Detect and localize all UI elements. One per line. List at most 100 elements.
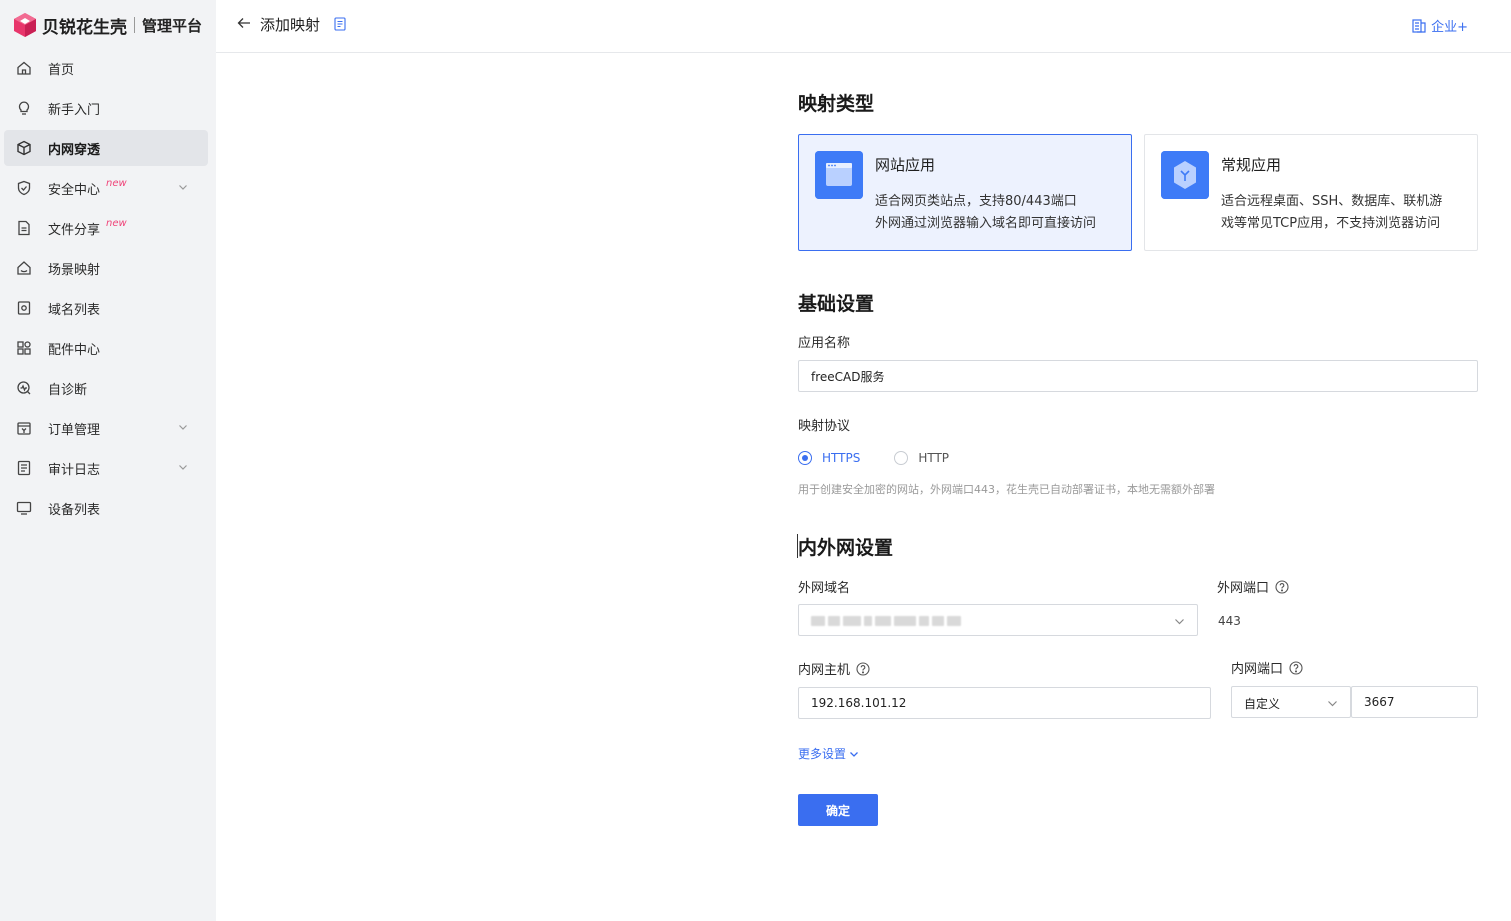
basic-settings-title: 基础设置 (798, 293, 875, 315)
sidebar-item-getting-started[interactable]: 新手入门 (4, 90, 208, 126)
mapping-type-title: 映射类型 (798, 93, 875, 115)
enterprise-plus-label: 企业+ (1431, 20, 1468, 35)
enterprise-plus-link[interactable]: 企业+ (1412, 16, 1468, 35)
redacted-domain-value (811, 616, 961, 626)
sidebar-item-orders[interactable]: 订单管理 (4, 410, 208, 446)
sidebar-item-label: 配件中心 (48, 342, 101, 358)
internal-host-label-text: 内网主机 (798, 663, 851, 678)
protocol-label: 映射协议 (798, 419, 851, 434)
sidebar-item-device-list[interactable]: 设备列表 (4, 490, 208, 526)
app-name-input[interactable] (798, 360, 1478, 392)
new-badge: new (106, 177, 127, 189)
sidebar-item-file-share[interactable]: 文件分享 new (4, 210, 208, 246)
sidebar-item-scene-mapping[interactable]: 场景映射 (4, 250, 208, 286)
file-share-icon (16, 220, 32, 236)
back-arrow-icon[interactable] (236, 15, 252, 31)
sidebar-item-label: 新手入门 (48, 102, 101, 118)
external-domain-select[interactable] (798, 604, 1198, 636)
external-port-label-text: 外网端口 (1217, 581, 1270, 596)
brand-subtitle: 管理平台 (142, 16, 203, 35)
radio-circle (894, 451, 909, 465)
radio-label: HTTP (918, 451, 950, 465)
shield-check-icon (16, 180, 32, 196)
brand[interactable]: 贝锐花生壳 管理平台 (12, 10, 202, 40)
document-icon[interactable] (334, 17, 346, 31)
help-icon[interactable] (1289, 661, 1303, 675)
cube-icon (16, 140, 32, 156)
protocol-hint: 用于创建安全加密的网站，外网端口443，花生壳已自动部署证书，本地无需额外部署 (798, 483, 1215, 496)
peanut-shell-logo-icon (14, 13, 36, 37)
radio-circle (798, 451, 812, 465)
sidebar-item-label: 域名列表 (48, 302, 101, 318)
internal-host-label: 内网主机 (798, 659, 870, 678)
sidebar-item-accessories[interactable]: 配件中心 (4, 330, 208, 366)
chevron-down-icon[interactable] (178, 462, 188, 472)
diagnose-icon (16, 380, 32, 396)
internal-port-mode-select[interactable]: 自定义 (1231, 686, 1351, 718)
lightbulb-icon (16, 100, 32, 116)
brand-name: 贝锐花生壳 (42, 17, 127, 38)
sidebar-item-home[interactable]: 首页 (4, 50, 208, 86)
confirm-button[interactable]: 确定 (798, 794, 878, 826)
more-settings-link[interactable]: 更多设置 (798, 745, 859, 762)
app-name-label: 应用名称 (798, 336, 851, 351)
help-icon[interactable] (856, 662, 870, 676)
chevron-down-icon (850, 751, 858, 757)
external-port-value: 443 (1218, 614, 1241, 628)
network-settings-title: 内外网设置 (798, 537, 894, 559)
card-description: 适合网页类站点，支持80/443端口 外网通过浏览器输入域名即可直接访问 (875, 191, 1096, 235)
chevron-down-icon[interactable] (178, 182, 188, 192)
top-bar: 添加映射 企业+ (216, 0, 1511, 53)
internal-host-input[interactable] (798, 687, 1211, 719)
log-icon (16, 460, 32, 476)
help-icon[interactable] (1275, 580, 1289, 594)
external-port-label: 外网端口 (1217, 577, 1289, 596)
sidebar-item-domain-list[interactable]: 域名列表 (4, 290, 208, 326)
chevron-down-icon (1175, 619, 1184, 625)
device-icon (16, 500, 32, 516)
card-desc-line: 外网通过浏览器输入域名即可直接访问 (875, 216, 1097, 231)
card-title: 常规应用 (1221, 156, 1282, 174)
website-app-card[interactable]: 网站应用 适合网页类站点，支持80/443端口 外网通过浏览器输入域名即可直接访… (798, 134, 1132, 251)
protocol-http-radio[interactable]: HTTP (894, 451, 949, 465)
new-badge: new (106, 217, 127, 229)
sidebar: 贝锐花生壳 管理平台 首页 新手入门 内网穿透 安全中心 new 文件分享 ne… (0, 0, 216, 921)
page-title: 添加映射 (260, 16, 321, 34)
sidebar-item-label: 文件分享 (48, 222, 101, 238)
sidebar-item-audit-log[interactable]: 审计日志 (4, 450, 208, 486)
sidebar-item-label: 场景映射 (48, 262, 101, 278)
sidebar-item-intranet-penetration[interactable]: 内网穿透 (4, 130, 208, 166)
brand-divider (134, 17, 135, 33)
sidebar-item-label: 首页 (48, 62, 75, 78)
sidebar-item-label: 安全中心 (48, 182, 101, 198)
chevron-down-icon[interactable] (178, 422, 188, 432)
card-desc-line: 适合网页类站点，支持80/443端口 (875, 194, 1077, 209)
card-desc-line: 戏等常见TCP应用，不支持浏览器访问 (1221, 216, 1441, 231)
general-app-card[interactable]: 常规应用 适合远程桌面、SSH、数据库、联机游 戏等常见TCP应用，不支持浏览器… (1144, 134, 1478, 251)
radio-label: HTTPS (822, 451, 861, 465)
sidebar-item-label: 订单管理 (48, 422, 101, 438)
card-title: 网站应用 (875, 156, 936, 174)
house-scene-icon (16, 260, 32, 276)
sidebar-item-label: 内网穿透 (48, 142, 101, 158)
chevron-down-icon (1328, 701, 1337, 707)
sidebar-nav: 首页 新手入门 内网穿透 安全中心 new 文件分享 new 场景映射 域名列表… (4, 50, 208, 530)
sidebar-item-security[interactable]: 安全中心 new (4, 170, 208, 206)
external-domain-label: 外网域名 (798, 581, 851, 596)
sidebar-item-label: 自诊断 (48, 382, 88, 398)
order-icon (16, 420, 32, 436)
sidebar-item-label: 设备列表 (48, 502, 101, 518)
card-description: 适合远程桌面、SSH、数据库、联机游 戏等常见TCP应用，不支持浏览器访问 (1221, 191, 1442, 235)
internal-port-input[interactable] (1351, 686, 1478, 718)
sidebar-item-self-diagnosis[interactable]: 自诊断 (4, 370, 208, 406)
browser-window-icon (815, 151, 863, 199)
hexagon-app-icon (1161, 151, 1209, 199)
internal-port-label: 内网端口 (1231, 658, 1303, 677)
more-settings-label: 更多设置 (798, 747, 847, 761)
internal-port-mode-value: 自定义 (1244, 697, 1281, 711)
home-icon (16, 60, 32, 76)
protocol-https-radio[interactable]: HTTPS (798, 451, 860, 465)
enterprise-doc-icon (1412, 18, 1426, 33)
protocol-radio-group: HTTPS HTTP (798, 451, 983, 465)
grid-icon (16, 340, 32, 356)
